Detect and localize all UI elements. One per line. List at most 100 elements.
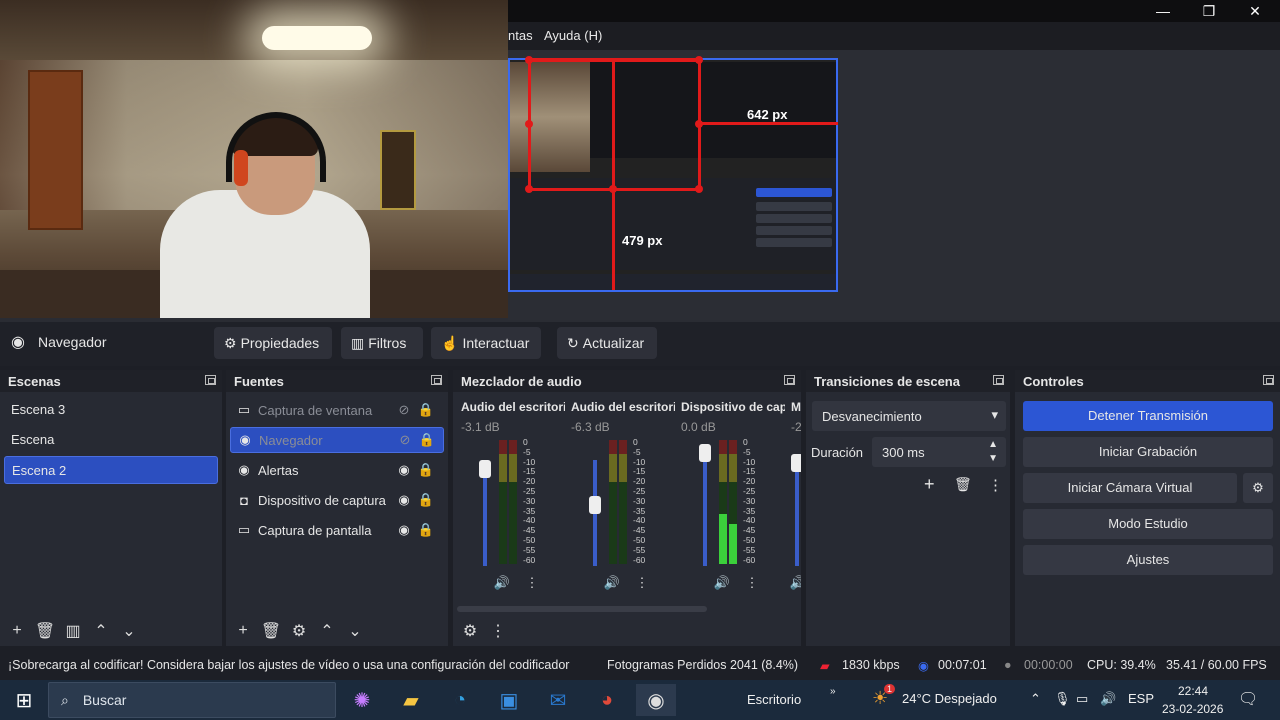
close-icon[interactable]: ✕ [1232,0,1278,22]
outlook-icon[interactable]: ✉ [538,684,578,716]
eye-hidden-icon[interactable]: ⊘ [396,402,412,418]
trash-icon[interactable]: 🗑 [954,476,972,493]
eye-hidden-icon[interactable]: ⊘ [397,432,413,448]
lock-icon[interactable]: 🔒 [418,462,434,478]
speaker-icon[interactable]: 🔊 [787,572,801,594]
more-icon[interactable]: ⋮ [988,476,1003,494]
chevron-up-icon[interactable]: ⌃ [1030,691,1041,707]
eye-icon[interactable]: ◉ [396,522,412,538]
eye-icon[interactable]: ◉ [396,462,412,478]
nested-preview[interactable] [508,58,838,292]
trash-icon[interactable]: 🗑 [260,620,282,642]
volume-fader[interactable] [589,496,601,514]
obs-icon[interactable]: ◉ [636,684,676,716]
scene-item-selected[interactable]: Escena 2 [4,456,218,484]
arrow-up-icon[interactable]: ⌃ [90,620,112,642]
scene-item[interactable]: Escena [4,426,218,454]
desktop-label[interactable]: Escritorio [747,692,801,707]
volume-fader[interactable] [699,444,711,462]
weather-text[interactable]: 24°C Despejado [902,691,997,706]
chrome-icon[interactable]: ◕ [587,684,627,716]
menu-tools[interactable]: ntas [508,28,533,43]
add-icon[interactable]: + [924,474,935,495]
clock-date[interactable]: 23-02-2026 [1162,702,1223,716]
float-icon[interactable] [205,375,216,385]
speaker-icon[interactable]: 🔊 [711,572,733,594]
speaker-icon[interactable]: 🔊 [491,572,513,594]
taskbar-search[interactable]: ⌕ Buscar [48,682,336,718]
gear-icon: ⚙ [224,334,237,351]
refresh-button[interactable]: ↻ Actualizar [557,327,657,359]
more-icon[interactable]: ⋮ [521,572,543,594]
chevron-right-icon[interactable]: » [830,686,836,697]
settings-button[interactable]: Ajustes [1023,545,1273,575]
trash-icon[interactable]: 🗑 [34,620,56,642]
windows-start-icon[interactable]: ⊞ [4,684,44,716]
height-guide [612,58,615,290]
lock-icon[interactable]: 🔒 [419,432,435,448]
lock-icon[interactable]: 🔒 [418,492,434,508]
scenes-title: Escenas [0,370,222,392]
mixer-channel: Audio del escritorio -6.3 dB 0 -5 -10 -15 -2… [571,396,675,618]
sources-dock: Fuentes ▭ Captura de ventana ⊘ 🔒 ◉ Naveg… [226,370,448,646]
microphone-icon[interactable]: 🎙 [1054,691,1071,707]
more-icon[interactable]: ⋮ [741,572,763,594]
more-icon[interactable]: ⋮ [631,572,653,594]
globe-icon: ◉ [238,462,250,477]
filter-icon[interactable]: ▥ [62,620,84,642]
source-item[interactable]: ▭ Captura de ventana ⊘ 🔒 [230,397,444,423]
minimize-icon[interactable]: — [1140,0,1186,22]
source-item[interactable]: ◉ Alertas ◉ 🔒 [230,457,444,483]
source-item-selected[interactable]: ◉ Navegador ⊘ 🔒 [230,427,444,453]
start-recording-button[interactable]: Iniciar Grabación [1023,437,1273,467]
arrow-up-icon[interactable]: ⌃ [316,620,338,642]
interact-button[interactable]: ☝ Interactuar [431,327,541,359]
language-indicator[interactable]: ESP [1128,691,1154,706]
network-icon[interactable]: ▭ [1076,691,1088,707]
arrow-down-icon[interactable]: ⌄ [118,620,140,642]
volume-fader[interactable] [479,460,491,478]
filters-button[interactable]: ▥ Filtros [341,327,423,359]
volume-fader[interactable] [791,454,801,472]
add-icon[interactable]: + [232,620,254,642]
mixer-scrollbar[interactable] [457,606,707,612]
transition-select[interactable]: Desvanecimiento ▾ [812,401,1006,431]
float-icon[interactable] [1263,375,1274,385]
search-icon: ⌕ [61,691,69,708]
add-icon[interactable]: + [6,620,28,642]
chevron-down-icon: ▾ [991,407,998,422]
source-item[interactable]: ◘ Dispositivo de captura ◉ 🔒 [230,487,444,513]
advanced-audio-icon[interactable]: ⚙ [459,620,481,642]
menu-help[interactable]: Ayuda (H) [544,28,602,43]
speaker-icon[interactable]: 🔊 [601,572,623,594]
refresh-icon: ↻ [567,334,579,351]
stop-stream-button[interactable]: Detener Transmisión [1023,401,1273,431]
eye-icon[interactable]: ◉ [396,492,412,508]
float-icon[interactable] [993,375,1004,385]
studio-mode-button[interactable]: Modo Estudio [1023,509,1273,539]
store-icon[interactable]: ▣ [489,684,529,716]
scene-item[interactable]: Escena 3 [4,396,218,424]
edge-icon[interactable]: ◔ [440,684,480,716]
more-icon[interactable]: ⋮ [487,620,509,642]
copilot-icon[interactable]: ✺ [342,684,382,716]
volume-icon[interactable]: 🔊 [1100,691,1116,707]
duration-input[interactable]: 300 ms ▲ ▼ [872,437,1006,467]
file-explorer-icon[interactable]: ▰ [391,684,431,716]
spin-down-icon[interactable]: ▼ [988,453,998,464]
float-icon[interactable] [784,375,795,385]
source-item[interactable]: ▭ Captura de pantalla ◉ 🔒 [230,517,444,543]
notification-icon[interactable]: 🗨 [1238,689,1258,709]
clock-time[interactable]: 22:44 [1178,684,1208,698]
lock-icon[interactable]: 🔒 [418,522,434,538]
lock-icon[interactable]: 🔒 [418,402,434,418]
spin-up-icon[interactable]: ▲ [988,439,998,450]
properties-button[interactable]: ⚙ Propiedades [214,327,332,359]
virtual-cam-settings-button[interactable]: ⚙ [1243,473,1273,503]
arrow-down-icon[interactable]: ⌄ [344,620,366,642]
gear-icon[interactable]: ⚙ [288,620,310,642]
start-virtual-cam-button[interactable]: Iniciar Cámara Virtual [1023,473,1237,503]
float-icon[interactable] [431,375,442,385]
maximize-icon[interactable]: ❐ [1186,0,1232,22]
speaker-image [380,130,416,210]
